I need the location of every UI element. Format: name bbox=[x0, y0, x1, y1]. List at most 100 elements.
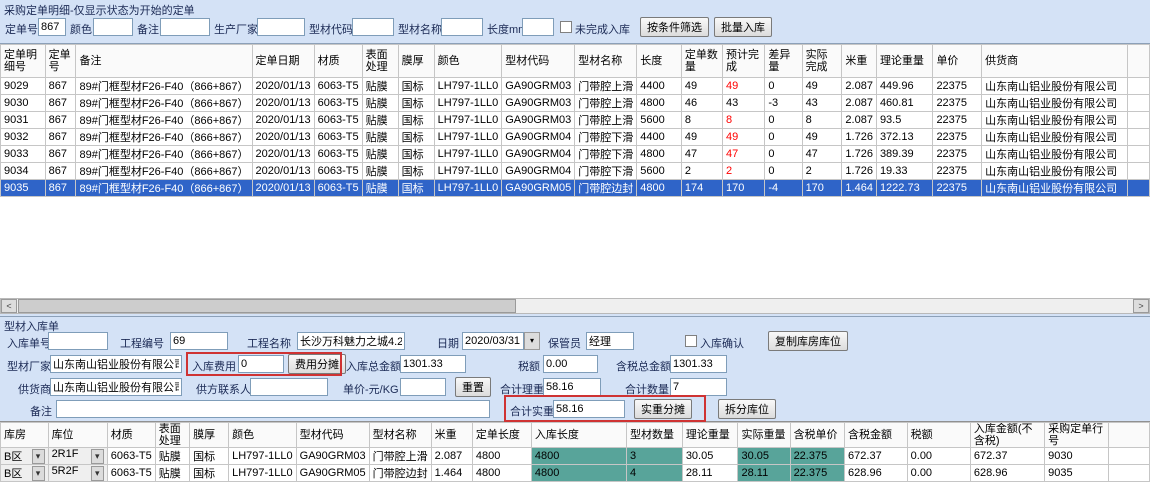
table-cell[interactable]: 4 bbox=[626, 465, 682, 482]
table-cell[interactable]: LH797-1LL0 bbox=[434, 163, 502, 180]
table-cell[interactable]: 2020/01/13 bbox=[252, 129, 314, 146]
table-cell[interactable]: 门带腔下滑 bbox=[575, 146, 637, 163]
table-cell[interactable]: 门带腔上滑 bbox=[575, 95, 637, 112]
table-cell[interactable]: 山东南山铝业股份有限公司 bbox=[982, 112, 1128, 129]
table-cell[interactable]: 门带腔上滑 bbox=[575, 112, 637, 129]
table-cell[interactable]: 贴膜 bbox=[362, 146, 398, 163]
table-cell[interactable]: 2.087 bbox=[431, 448, 472, 465]
table-cell[interactable]: ▾B区 bbox=[1, 448, 49, 465]
table-cell[interactable]: 0.00 bbox=[907, 465, 970, 482]
table-cell[interactable]: 6063-T5 bbox=[314, 78, 362, 95]
keeper-input[interactable] bbox=[586, 332, 634, 350]
table-cell[interactable]: 6063-T5 bbox=[314, 95, 362, 112]
table-cell[interactable]: 2 bbox=[802, 163, 842, 180]
project-no-input[interactable] bbox=[170, 332, 228, 350]
table-cell[interactable]: 贴膜 bbox=[155, 448, 189, 465]
table-cell[interactable]: 0 bbox=[765, 78, 802, 95]
table-cell[interactable]: 9035 bbox=[1, 180, 46, 197]
table-cell[interactable]: 国标 bbox=[398, 112, 434, 129]
table-cell[interactable]: 22375 bbox=[933, 95, 982, 112]
inbound-remark-input[interactable] bbox=[56, 400, 490, 418]
table-row[interactable]: 902986789#门框型材F26-F40（866+867）2020/01/13… bbox=[1, 78, 1150, 95]
inbound-fee-input[interactable] bbox=[238, 355, 284, 373]
table-cell[interactable]: 6063-T5 bbox=[107, 448, 155, 465]
table-cell[interactable]: 8 bbox=[681, 112, 722, 129]
table-row[interactable]: 903286789#门框型材F26-F40（866+867）2020/01/13… bbox=[1, 129, 1150, 146]
table-cell[interactable]: GA90GRM04 bbox=[502, 146, 575, 163]
table-cell[interactable]: 5600 bbox=[637, 163, 682, 180]
table-cell[interactable]: 9030 bbox=[1045, 448, 1108, 465]
table-cell[interactable]: 1.464 bbox=[842, 180, 877, 197]
table-cell[interactable]: 4400 bbox=[637, 78, 682, 95]
table-cell[interactable]: 372.13 bbox=[876, 129, 933, 146]
table-cell[interactable]: 89#门框型材F26-F40（866+867） bbox=[76, 146, 252, 163]
table-cell[interactable]: 0 bbox=[765, 112, 802, 129]
table-cell[interactable]: 174 bbox=[681, 180, 722, 197]
table-cell[interactable]: 贴膜 bbox=[362, 95, 398, 112]
total-qty-input[interactable] bbox=[670, 378, 727, 396]
table-cell[interactable]: 1.464 bbox=[431, 465, 472, 482]
scroll-right-icon[interactable]: > bbox=[1133, 299, 1149, 313]
table-cell[interactable]: 170 bbox=[722, 180, 764, 197]
table-cell[interactable]: 9033 bbox=[1, 146, 46, 163]
table-cell[interactable]: 4800 bbox=[637, 180, 682, 197]
table-cell[interactable]: 0 bbox=[765, 129, 802, 146]
table-cell[interactable]: 49 bbox=[681, 78, 722, 95]
table-cell[interactable]: 47 bbox=[681, 146, 722, 163]
table-cell[interactable]: 9032 bbox=[1, 129, 46, 146]
inbound-no-input[interactable] bbox=[48, 332, 108, 350]
table-cell[interactable]: 2020/01/13 bbox=[252, 78, 314, 95]
table-row[interactable]: 903386789#门框型材F26-F40（866+867）2020/01/13… bbox=[1, 146, 1150, 163]
horizontal-scrollbar[interactable]: < > bbox=[0, 298, 1150, 314]
table-cell[interactable]: 22.375 bbox=[790, 465, 844, 482]
table-cell[interactable]: ▾2R1F bbox=[48, 448, 107, 465]
table-cell[interactable]: GA90GRM03 bbox=[502, 95, 575, 112]
table-cell[interactable]: 460.81 bbox=[876, 95, 933, 112]
table-cell[interactable]: GA90GRM03 bbox=[296, 448, 369, 465]
supplier-input[interactable] bbox=[50, 378, 182, 396]
table-cell[interactable]: 22375 bbox=[933, 163, 982, 180]
table-cell[interactable]: 2 bbox=[722, 163, 764, 180]
table-cell[interactable]: 867 bbox=[45, 180, 76, 197]
table-cell[interactable]: 2.087 bbox=[842, 112, 877, 129]
table-cell[interactable]: 9031 bbox=[1, 112, 46, 129]
table-cell[interactable]: 6063-T5 bbox=[314, 146, 362, 163]
table-cell[interactable]: 43 bbox=[802, 95, 842, 112]
table-cell[interactable]: 8 bbox=[722, 112, 764, 129]
chevron-down-icon[interactable]: ▾ bbox=[91, 449, 104, 464]
table-cell[interactable]: 国标 bbox=[398, 129, 434, 146]
table-cell[interactable]: -3 bbox=[765, 95, 802, 112]
table-cell[interactable]: 22375 bbox=[933, 129, 982, 146]
table-cell[interactable]: 贴膜 bbox=[362, 78, 398, 95]
unfinished-checkbox[interactable] bbox=[560, 21, 572, 33]
table-cell[interactable]: 49 bbox=[722, 78, 764, 95]
table-cell[interactable]: GA90GRM05 bbox=[296, 465, 369, 482]
table-cell[interactable]: 山东南山铝业股份有限公司 bbox=[982, 129, 1128, 146]
table-cell[interactable]: 贴膜 bbox=[155, 465, 189, 482]
table-cell[interactable]: 389.39 bbox=[876, 146, 933, 163]
table-cell[interactable]: 49 bbox=[722, 129, 764, 146]
table-cell[interactable]: 5600 bbox=[637, 112, 682, 129]
table-cell[interactable]: 6063-T5 bbox=[314, 129, 362, 146]
table-cell[interactable]: 4800 bbox=[531, 465, 626, 482]
table-cell[interactable]: 国标 bbox=[190, 448, 229, 465]
table-cell[interactable]: 山东南山铝业股份有限公司 bbox=[982, 180, 1128, 197]
inbound-total-input[interactable] bbox=[400, 355, 466, 373]
table-cell[interactable]: GA90GRM03 bbox=[502, 112, 575, 129]
inbound-confirm-checkbox[interactable] bbox=[685, 335, 697, 347]
table-row[interactable]: 903186789#门框型材F26-F40（866+867）2020/01/13… bbox=[1, 112, 1150, 129]
table-cell[interactable]: LH797-1LL0 bbox=[434, 129, 502, 146]
table-cell[interactable]: 山东南山铝业股份有限公司 bbox=[982, 146, 1128, 163]
table-cell[interactable]: 贴膜 bbox=[362, 112, 398, 129]
table-cell[interactable]: ▾5R2F bbox=[48, 465, 107, 482]
table-cell[interactable]: 2020/01/13 bbox=[252, 112, 314, 129]
table-cell[interactable]: 1.726 bbox=[842, 146, 877, 163]
profile-name-filter-input[interactable] bbox=[441, 18, 483, 36]
table-cell[interactable]: 89#门框型材F26-F40（866+867） bbox=[76, 78, 252, 95]
table-cell[interactable]: 9035 bbox=[1045, 465, 1108, 482]
table-cell[interactable]: 4800 bbox=[472, 448, 531, 465]
table-cell[interactable]: 2.087 bbox=[842, 78, 877, 95]
table-cell[interactable]: 0 bbox=[765, 146, 802, 163]
table-cell[interactable]: 28.11 bbox=[682, 465, 738, 482]
supplier-contact-input[interactable] bbox=[250, 378, 328, 396]
